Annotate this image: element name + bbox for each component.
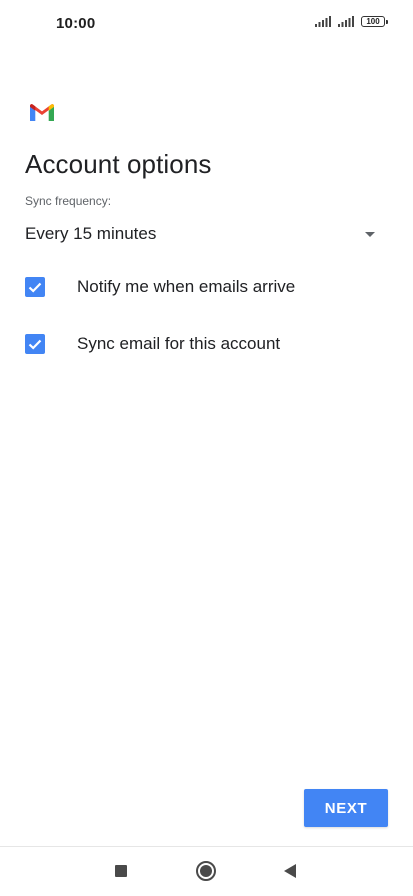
back-button-icon[interactable] bbox=[284, 864, 296, 878]
notify-checkbox[interactable] bbox=[25, 277, 45, 297]
signal-icon-2 bbox=[338, 16, 355, 27]
status-bar: 10:00 100 bbox=[0, 0, 413, 48]
status-icons: 100 bbox=[315, 16, 388, 27]
checkmark-icon bbox=[28, 339, 42, 350]
battery-level: 100 bbox=[366, 17, 380, 26]
home-button-icon[interactable] bbox=[196, 861, 216, 881]
status-time: 10:00 bbox=[56, 15, 96, 32]
gmail-logo-icon bbox=[30, 104, 54, 122]
sync-email-label: Sync email for this account bbox=[77, 334, 281, 353]
notify-label: Notify me when emails arrive bbox=[77, 277, 296, 296]
sync-frequency-label: Sync frequency: bbox=[25, 194, 112, 208]
sync-frequency-value: Every 15 minutes bbox=[25, 224, 157, 243]
next-button[interactable]: NEXT bbox=[304, 789, 388, 827]
checkmark-icon bbox=[28, 282, 42, 293]
battery-icon: 100 bbox=[361, 16, 388, 27]
navigation-bar bbox=[0, 847, 413, 896]
notify-option-row[interactable]: Notify me when emails arrive bbox=[25, 272, 387, 302]
signal-icon bbox=[315, 16, 332, 27]
sync-email-checkbox[interactable] bbox=[25, 334, 45, 354]
sync-frequency-dropdown[interactable]: Every 15 minutes bbox=[25, 220, 387, 248]
dropdown-arrow-icon bbox=[365, 231, 375, 237]
page-title: Account options bbox=[25, 149, 212, 179]
recents-button-icon[interactable] bbox=[115, 865, 127, 877]
sync-email-option-row[interactable]: Sync email for this account bbox=[25, 329, 387, 359]
